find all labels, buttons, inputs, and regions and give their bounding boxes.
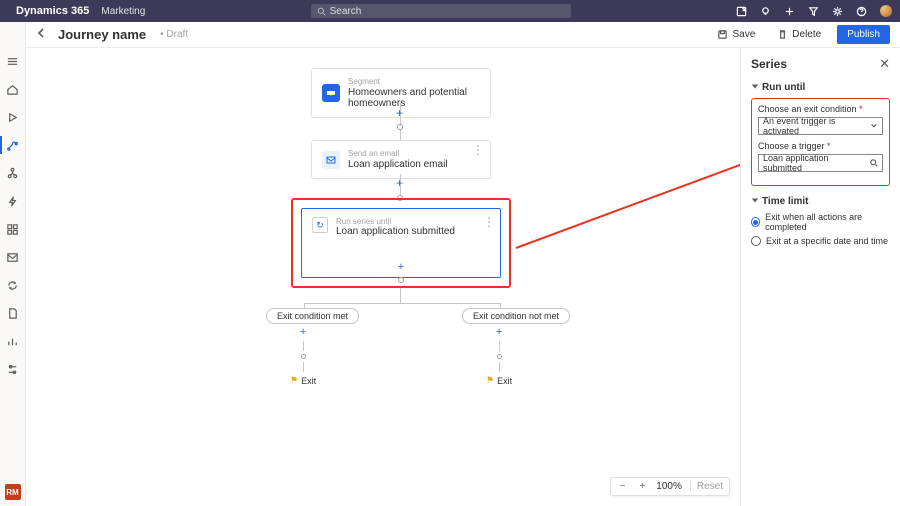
rail-badge[interactable]: RM (5, 484, 21, 500)
flag-icon: ⚑ (290, 375, 298, 386)
branch-chip-not-met[interactable]: Exit condition not met (462, 308, 570, 324)
trigger-search-field[interactable]: Loan application submitted (758, 154, 883, 172)
node-kicker: Run series until (336, 217, 455, 226)
rail-sync-icon[interactable] (6, 278, 20, 292)
email-icon (322, 151, 340, 169)
chevron-down-icon (870, 122, 878, 130)
back-button[interactable] (36, 27, 48, 42)
node-menu-icon[interactable]: ⋮ (472, 147, 484, 153)
global-search[interactable]: Search (311, 4, 571, 18)
rail-doc-icon[interactable] (6, 306, 20, 320)
command-bar: Journey name • Draft Save Delete Publish (26, 22, 900, 48)
rail-grid-icon[interactable] (6, 222, 20, 236)
search-icon (870, 159, 878, 167)
zoom-level: 100% (656, 481, 682, 492)
rail-chart-icon[interactable] (6, 334, 20, 348)
zoom-reset-button[interactable]: Reset (690, 481, 723, 492)
exit-condition-label: Choose an exit condition (758, 104, 883, 114)
lightbulb-icon[interactable] (760, 5, 772, 17)
node-series[interactable]: ↻ Run series until Loan application subm… (301, 208, 501, 278)
close-icon[interactable]: ✕ (879, 56, 890, 72)
radio-icon (751, 217, 760, 227)
exit-left: + ⚑ Exit (290, 326, 316, 386)
brand[interactable]: Dynamics 365 (16, 5, 89, 17)
add-step-button[interactable]: + (396, 176, 403, 190)
branch-chip-met[interactable]: Exit condition met (266, 308, 359, 324)
rail-play-icon[interactable] (6, 110, 20, 124)
filter-icon[interactable] (808, 5, 820, 17)
rail-home-icon[interactable] (6, 82, 20, 96)
annotation-highlight: ↻ Run series until Loan application subm… (291, 198, 511, 288)
exit-right: + ⚑ Exit (486, 326, 512, 386)
status-badge: • Draft (160, 29, 188, 40)
node-menu-icon[interactable]: ⋮ (483, 215, 494, 229)
journey-canvas[interactable]: Segment Homeowners and potential homeown… (26, 48, 740, 506)
add-step-button[interactable]: + (396, 106, 403, 120)
rail-mail-icon[interactable] (6, 250, 20, 264)
flag-icon: ⚑ (486, 375, 494, 386)
connector (400, 288, 401, 303)
rail-menu-icon[interactable] (6, 54, 20, 68)
help-icon[interactable] (856, 5, 868, 17)
radio-exit-specific-date[interactable]: Exit at a specific date and time (751, 236, 890, 246)
radio-exit-all-actions[interactable]: Exit when all actions are completed (751, 212, 890, 232)
zoom-out-button[interactable]: − (617, 481, 629, 492)
annotation-highlight-panel: Choose an exit condition An event trigge… (751, 98, 890, 186)
annotation-arrow (516, 148, 740, 268)
node-title: Loan application email (348, 159, 448, 170)
node-email[interactable]: Send an email Loan application email ⋮ (311, 140, 491, 179)
radio-icon (751, 236, 761, 246)
top-navbar: Dynamics 365 Marketing Search (0, 0, 900, 22)
properties-panel: Series ✕ Run until Choose an exit condit… (740, 48, 900, 506)
panel-title: Series (751, 57, 787, 71)
add-step-button[interactable]: + (398, 261, 404, 273)
exit-label: Exit (497, 376, 512, 386)
connector-node (398, 277, 404, 283)
zoom-in-button[interactable]: + (636, 481, 648, 492)
node-title: Homeowners and potential homeowners (348, 87, 480, 109)
zoom-controls: − + 100% Reset (610, 477, 730, 496)
page-title: Journey name (58, 27, 146, 42)
left-nav-rail: RM (0, 22, 26, 506)
series-icon: ↻ (312, 217, 328, 233)
segment-icon (322, 84, 340, 102)
gear-icon[interactable] (832, 5, 844, 17)
search-placeholder: Search (330, 6, 362, 17)
plus-icon[interactable] (784, 5, 796, 17)
rail-tree-icon[interactable] (6, 166, 20, 180)
add-step-button[interactable]: + (300, 326, 306, 338)
node-kicker: Segment (348, 77, 480, 86)
node-title: Loan application submitted (336, 226, 455, 237)
node-kicker: Send an email (348, 149, 448, 158)
delete-button[interactable]: Delete (771, 26, 827, 43)
add-step-button[interactable]: + (496, 326, 502, 338)
exit-condition-select[interactable]: An event trigger is activated (758, 117, 883, 135)
rail-settings-icon[interactable] (6, 362, 20, 376)
section-time-limit[interactable]: Time limit (751, 196, 890, 207)
rail-lightning-icon[interactable] (6, 194, 20, 208)
share-icon[interactable] (736, 5, 748, 17)
rail-journey-icon[interactable] (6, 138, 20, 152)
exit-label: Exit (301, 376, 316, 386)
connector-node (397, 124, 403, 130)
avatar[interactable] (880, 5, 892, 17)
module-name: Marketing (101, 6, 145, 17)
publish-button[interactable]: Publish (837, 25, 890, 44)
connector (304, 303, 500, 304)
section-run-until[interactable]: Run until (751, 82, 890, 93)
save-button[interactable]: Save (711, 26, 761, 43)
trigger-label: Choose a trigger (758, 141, 883, 151)
